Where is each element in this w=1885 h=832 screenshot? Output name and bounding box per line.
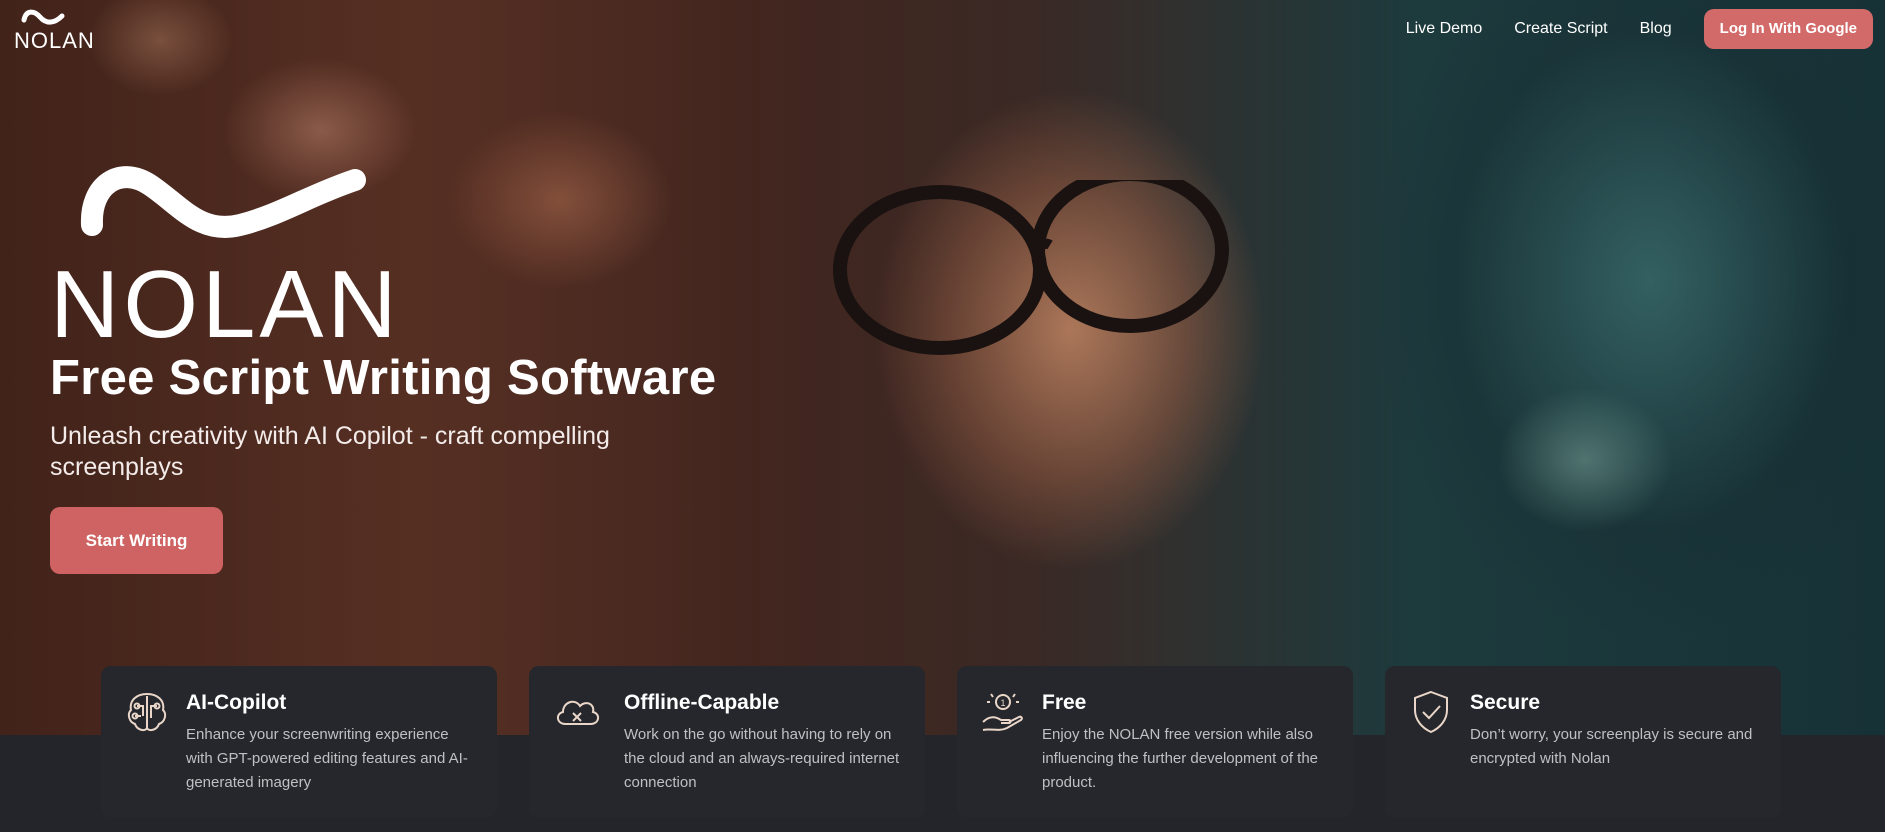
- svg-text:NOLAN: NOLAN: [14, 28, 95, 52]
- start-writing-button[interactable]: Start Writing: [50, 507, 223, 574]
- cloud-offline-icon: [557, 700, 599, 725]
- shield-check-icon: [1414, 690, 1448, 734]
- hero-subtitle: Unleash creativity with AI Copilot - cra…: [50, 422, 610, 481]
- feature-description: Work on the go without having to rely on…: [624, 726, 900, 791]
- nav-create-script[interactable]: Create Script: [1514, 9, 1607, 49]
- feature-card-offline-capable: Offline-Capable Work on the go without h…: [529, 666, 925, 818]
- feature-description: Don’t worry, your screenplay is secure a…: [1470, 726, 1753, 767]
- feature-title: Offline-Capable: [624, 691, 780, 714]
- svg-text:1: 1: [1001, 698, 1006, 708]
- nav-blog[interactable]: Blog: [1640, 9, 1672, 49]
- nav-live-demo[interactable]: Live Demo: [1406, 9, 1482, 49]
- feature-card-secure: Secure Don’t worry, your screenplay is s…: [1385, 666, 1781, 818]
- svg-text:NOLAN: NOLAN: [50, 251, 401, 340]
- feature-description: Enhance your screenwriting experience wi…: [186, 726, 468, 791]
- brain-circuit-icon: [127, 692, 167, 732]
- feature-title: Free: [1042, 691, 1087, 714]
- feature-title: AI-Copilot: [186, 691, 287, 714]
- top-nav-bar: NOLAN Live Demo Create Script Blog Log I…: [0, 0, 1885, 60]
- feature-card-free: 1 Free Enjoy the NOLAN free version whil…: [957, 666, 1353, 818]
- feature-card-ai-copilot: AI-Copilot Enhance your screenwriting ex…: [101, 666, 497, 818]
- feature-title: Secure: [1470, 691, 1541, 714]
- nolan-logo-large: NOLAN: [50, 166, 401, 340]
- feature-description: Enjoy the NOLAN free version while also …: [1042, 726, 1319, 791]
- feature-cards: AI-Copilot Enhance your screenwriting ex…: [101, 666, 1781, 818]
- hero-title: Free Script Writing Software: [50, 351, 717, 405]
- main-nav: Live Demo Create Script Blog Log In With…: [1374, 9, 1873, 49]
- hand-coin-icon: 1: [982, 693, 1023, 731]
- nolan-logo-small[interactable]: NOLAN: [14, 8, 96, 52]
- login-with-google-button[interactable]: Log In With Google: [1703, 9, 1873, 49]
- glasses-illustration: [833, 180, 1229, 355]
